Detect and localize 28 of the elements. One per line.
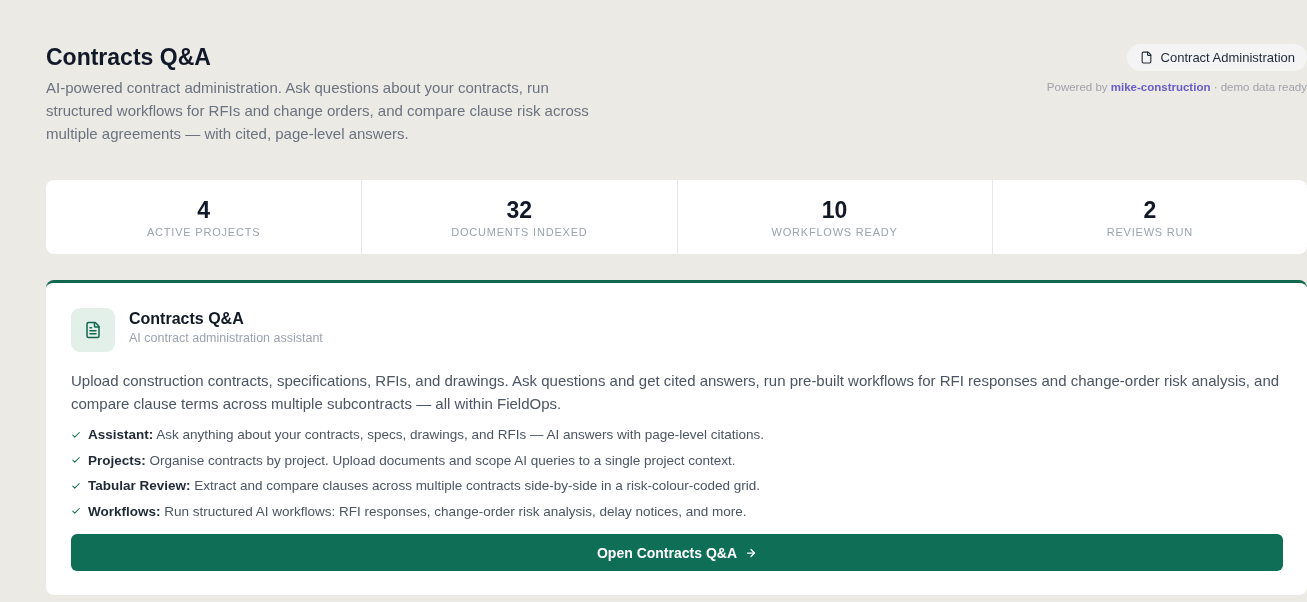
powered-by-text: Powered by mike-construction · demo data ready <box>1046 81 1307 93</box>
check-icon <box>71 429 81 440</box>
feature-text: Workflows: Run structured AI workflows: RFI responses, change-order risk analysis, delay notices, and more. <box>88 503 747 519</box>
page-description: AI-powered contract administration. Ask questions about your contracts, run structured workflows for RFIs and change orders, and compare clause risk across multiple agreements — with cited, page-level answers. <box>46 78 590 144</box>
file-icon <box>1139 51 1153 64</box>
feature-text: Assistant: Ask anything about your contracts, specs, drawings, and RFIs — AI answers with page-level citations. <box>88 427 765 443</box>
stat-value: 32 <box>506 196 533 223</box>
feature-text: Projects: Organise contracts by project. Upload documents and scope AI queries to a single project context. <box>88 452 736 468</box>
document-icon <box>71 308 115 352</box>
page-title: Contracts Q&A <box>46 43 212 72</box>
source-link[interactable]: mike-construction <box>1110 81 1211 93</box>
check-icon <box>71 506 81 517</box>
stat-label: REVIEWS RUN <box>1106 225 1194 238</box>
card-description: Upload construction contracts, specifications, RFIs, and drawings. Ask questions and get cited answers, run pre-built workflows for RFI responses and change-order risk analysis, and compare clause terms across multiple subcontracts — all within FieldOps. <box>71 371 1281 414</box>
card-subtitle: AI contract administration assistant <box>129 330 323 347</box>
card-title: Contracts Q&A <box>129 309 245 329</box>
stat-value: 10 <box>821 196 848 223</box>
check-icon <box>71 480 81 491</box>
stat-label: ACTIVE PROJECTS <box>146 225 261 238</box>
stat-label: DOCUMENTS INDEXED <box>451 225 588 238</box>
stat-label: WORKFLOWS READY <box>771 225 898 238</box>
stat-value: 2 <box>1143 196 1157 223</box>
open-button[interactable]: Open Contracts Q&A <box>71 534 1283 571</box>
arrow-right-icon <box>745 546 757 559</box>
feature-text: Tabular Review: Extract and compare clauses across multiple contracts side-by-side in a risk-colour-coded grid. <box>88 478 761 494</box>
badge-label: Contract Administration <box>1160 50 1295 65</box>
check-icon <box>71 455 81 466</box>
stat-value: 4 <box>197 196 210 223</box>
